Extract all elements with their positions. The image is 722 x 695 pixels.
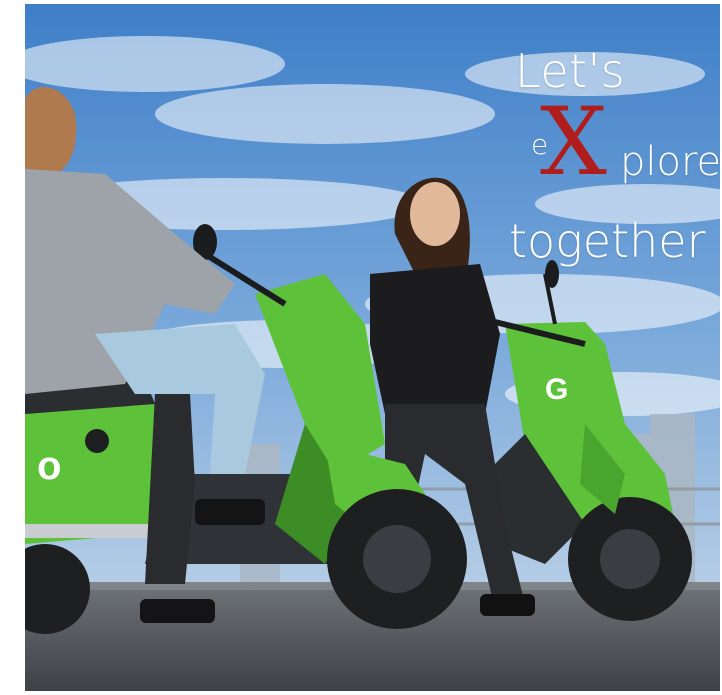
scooter-badge-right: G xyxy=(545,373,568,406)
headline-line2-suffix: plore xyxy=(620,139,720,185)
hero-photo: G o Let's e X plore together xyxy=(25,4,720,691)
headline-accent-x: X xyxy=(540,88,607,197)
scene-illustration: G o xyxy=(25,4,720,691)
headline-line3: together xyxy=(509,214,706,268)
scooter-badge-left: o xyxy=(37,444,61,488)
